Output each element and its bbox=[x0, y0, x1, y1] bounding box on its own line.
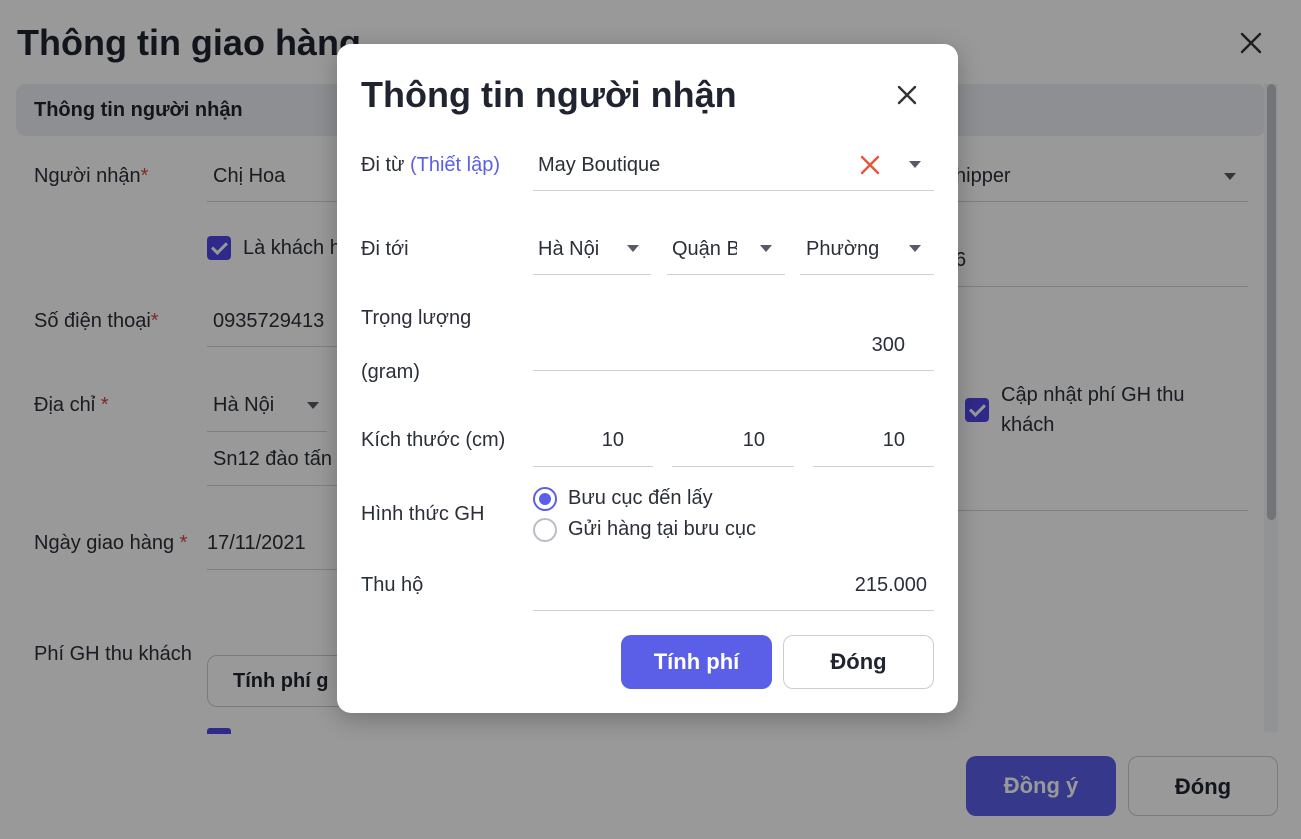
close-icon[interactable] bbox=[894, 82, 920, 108]
cod-input[interactable]: 215.000 bbox=[533, 574, 927, 597]
radio-send-at-post-office[interactable] bbox=[533, 518, 557, 542]
chevron-down-icon[interactable] bbox=[909, 245, 921, 252]
setup-link[interactable]: (Thiết lập) bbox=[410, 154, 500, 176]
chevron-down-icon[interactable] bbox=[760, 245, 772, 252]
weight-input[interactable]: 300 bbox=[533, 334, 905, 357]
radio-post-office-pickup[interactable] bbox=[533, 487, 557, 511]
to-ward-select[interactable]: Phường bbox=[806, 238, 896, 261]
chevron-down-icon[interactable] bbox=[909, 161, 921, 168]
size-label: Kích thước (cm) bbox=[361, 429, 506, 451]
recipient-info-dialog: Thông tin người nhận Đi từ (Thiết lập) M… bbox=[337, 44, 958, 713]
size-length-input[interactable]: 10 bbox=[533, 429, 624, 452]
cod-label: Thu hộ bbox=[361, 574, 424, 596]
to-city-select[interactable]: Hà Nội bbox=[538, 238, 618, 261]
dialog-close-button[interactable]: Đóng bbox=[783, 635, 934, 689]
delivery-method-label: Hình thức GH bbox=[361, 503, 485, 525]
size-width-input[interactable]: 10 bbox=[673, 429, 765, 452]
calculate-fee-button[interactable]: Tính phí bbox=[621, 635, 772, 689]
weight-label-line2: (gram) bbox=[361, 361, 420, 383]
weight-label-line1: Trọng lượng bbox=[361, 307, 472, 329]
method-option-1: Bưu cục đến lấy bbox=[568, 487, 713, 509]
chevron-down-icon[interactable] bbox=[627, 245, 639, 252]
dialog-title: Thông tin người nhận bbox=[361, 74, 737, 115]
to-label: Đi tới bbox=[361, 238, 409, 260]
size-height-input[interactable]: 10 bbox=[814, 429, 905, 452]
from-select[interactable]: May Boutique bbox=[538, 154, 660, 177]
from-label: Đi từ (Thiết lập) bbox=[361, 154, 500, 176]
to-district-select[interactable]: Quận B bbox=[672, 238, 737, 261]
method-option-2: Gửi hàng tại bưu cục bbox=[568, 518, 756, 540]
clear-icon[interactable] bbox=[859, 154, 881, 176]
